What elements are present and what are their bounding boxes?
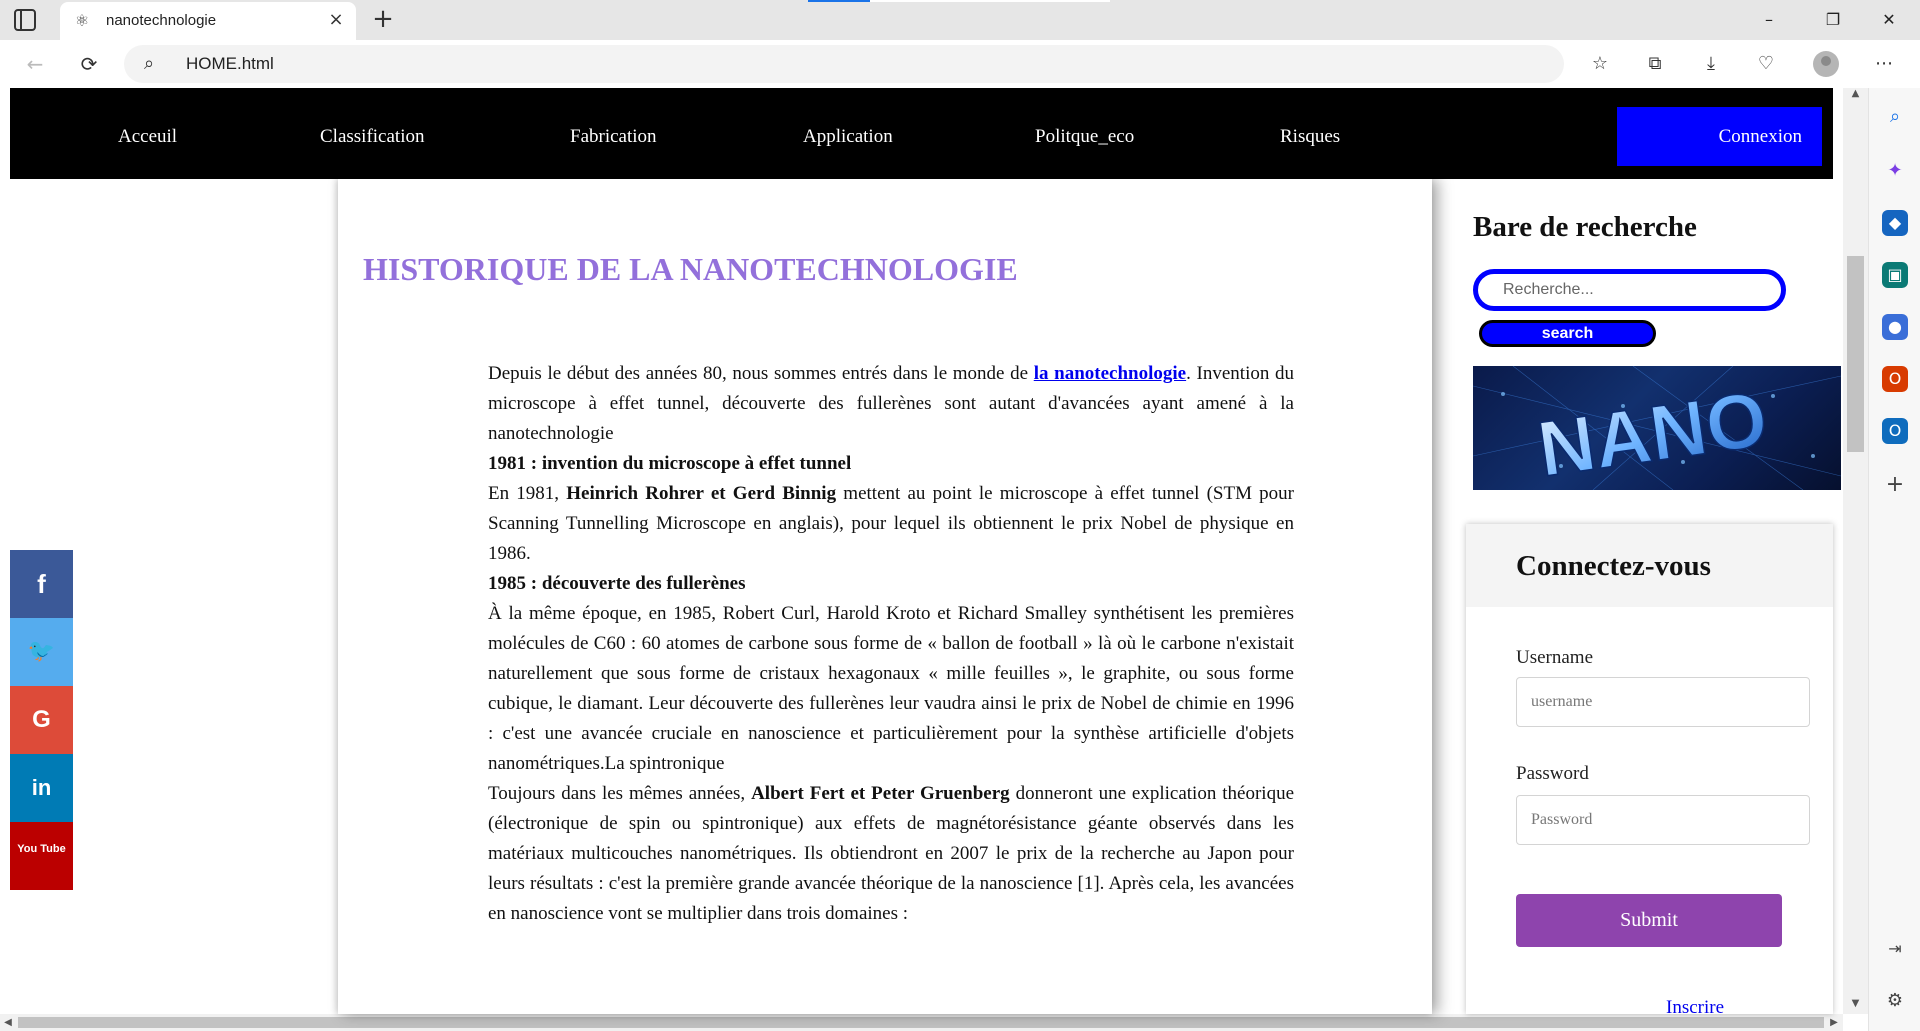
- reload-icon[interactable]: ⟳: [72, 48, 106, 80]
- scroll-down-icon[interactable]: ▼: [1843, 998, 1868, 1014]
- bold-text: Albert Fert et Peter Gruenberg: [751, 783, 1010, 804]
- twitter-icon[interactable]: 🐦: [10, 618, 73, 686]
- scroll-right-icon[interactable]: ▶: [1826, 1014, 1842, 1031]
- search-icon[interactable]: ⌕: [1882, 104, 1908, 130]
- text: Toujours dans les mêmes années,: [488, 783, 752, 804]
- scroll-left-icon[interactable]: ◀: [0, 1014, 16, 1031]
- scrollbar-thumb[interactable]: [18, 1017, 1824, 1028]
- page-title: HISTORIQUE DE LA NANOTECHNOLOGIE: [363, 251, 1018, 287]
- outlook-icon[interactable]: O: [1882, 418, 1908, 444]
- tools-icon[interactable]: ▣: [1882, 262, 1908, 288]
- molecule-icon: ⚛: [74, 11, 90, 30]
- downloads-icon[interactable]: ⤓: [1694, 48, 1728, 80]
- text: Depuis le début des années 80, nous somm…: [488, 363, 1034, 384]
- login-header: Connectez-vous: [1466, 524, 1833, 607]
- back-icon[interactable]: ←: [18, 48, 52, 80]
- section-heading: 1981 : invention du microscope à effet t…: [488, 453, 852, 474]
- shopping-icon[interactable]: ◆: [1882, 210, 1908, 236]
- collections-icon[interactable]: ⧉: [1638, 48, 1672, 80]
- close-tab-icon[interactable]: ×: [324, 8, 348, 32]
- tab-actions-icon[interactable]: [14, 9, 36, 31]
- settings-icon[interactable]: ⚙: [1882, 988, 1908, 1014]
- facebook-icon[interactable]: f: [10, 550, 73, 618]
- right-sidebar: Bare de recherche search: [1466, 179, 1843, 1018]
- loading-indicator: [808, 0, 1110, 2]
- article-card: HISTORIQUE DE LA NANOTECHNOLOGIE Depuis …: [338, 179, 1432, 1014]
- password-field[interactable]: [1516, 795, 1810, 845]
- text: donneront une explication théorique (éle…: [488, 783, 1295, 924]
- browser-tab-bar: ⚛ nanotechnologie × + – ❐ ✕: [0, 0, 1920, 40]
- nav-link-classification[interactable]: Classification: [320, 126, 424, 148]
- login-title: Connectez-vous: [1516, 550, 1711, 582]
- username-label: Username: [1516, 647, 1594, 668]
- search-section-title: Bare de recherche: [1473, 211, 1697, 243]
- google-icon[interactable]: G: [10, 686, 73, 754]
- connexion-button[interactable]: Connexion: [1617, 107, 1822, 166]
- nav-link-fabrication[interactable]: Fabrication: [570, 126, 657, 148]
- close-window-icon[interactable]: ✕: [1866, 4, 1912, 36]
- nano-banner-image: NANO: [1473, 366, 1841, 490]
- add-icon[interactable]: +: [1882, 472, 1908, 498]
- profile-avatar[interactable]: [1813, 51, 1839, 77]
- tab-title: nanotechnologie: [106, 12, 217, 29]
- address-bar[interactable]: ⌕ HOME.html: [124, 45, 1564, 83]
- minimize-icon[interactable]: –: [1746, 4, 1792, 36]
- username-field[interactable]: [1516, 677, 1810, 727]
- connexion-label: Connexion: [1718, 126, 1802, 147]
- nano-image-text: NANO: [1533, 374, 1773, 490]
- nav-link-acceuil[interactable]: Acceuil: [118, 126, 177, 148]
- submit-button[interactable]: Submit: [1516, 894, 1782, 947]
- bold-text: Heinrich Rohrer et Gerd Binnig: [566, 483, 837, 504]
- browser-health-icon[interactable]: ♡: [1749, 48, 1783, 80]
- scroll-up-icon[interactable]: ▲: [1843, 88, 1868, 104]
- paragraph: Toujours dans les mêmes années, Albert F…: [488, 779, 1294, 929]
- scrollbar-thumb[interactable]: [1847, 256, 1864, 452]
- article-body: Depuis le début des années 80, nous somm…: [488, 359, 1294, 929]
- games-icon[interactable]: ●: [1882, 314, 1908, 340]
- section-heading: 1985 : découverte des fullerènes: [488, 573, 746, 594]
- url-text[interactable]: HOME.html: [186, 54, 274, 74]
- more-options-icon[interactable]: ⋯: [1867, 48, 1901, 80]
- linkedin-icon[interactable]: in: [10, 754, 73, 822]
- text: En 1981,: [488, 483, 567, 504]
- search-button[interactable]: search: [1479, 320, 1656, 347]
- new-tab-icon[interactable]: +: [368, 4, 398, 34]
- sidebar-toggle-icon[interactable]: ⇥: [1882, 936, 1908, 962]
- office-icon[interactable]: O: [1882, 366, 1908, 392]
- register-link[interactable]: Inscrire: [1666, 997, 1724, 1019]
- copilot-icon[interactable]: ✦: [1882, 158, 1908, 184]
- search-input[interactable]: [1473, 269, 1786, 311]
- nanotechnologie-link[interactable]: la nanotechnologie: [1034, 363, 1186, 384]
- paragraph: Depuis le début des années 80, nous somm…: [488, 359, 1294, 449]
- site-navbar: Acceuil Classification Fabrication Appli…: [10, 88, 1833, 179]
- search-icon: ⌕: [144, 53, 155, 74]
- browser-toolbar: ← ⟳ ⌕ HOME.html ☆ ⧉ ⤓ ♡ ⋯: [0, 40, 1920, 88]
- maximize-icon[interactable]: ❐: [1810, 4, 1856, 36]
- password-label: Password: [1516, 763, 1589, 784]
- youtube-icon[interactable]: You Tube: [10, 822, 73, 890]
- edge-sidebar: ⌕ ✦ ◆ ▣ ● O O + ⇥ ⚙: [1868, 88, 1920, 1031]
- vertical-scrollbar[interactable]: ▲ ▼: [1843, 88, 1868, 1014]
- browser-tab[interactable]: ⚛ nanotechnologie ×: [60, 2, 356, 40]
- nav-link-application[interactable]: Application: [803, 126, 893, 148]
- horizontal-scrollbar[interactable]: ◀ ▶: [0, 1014, 1843, 1031]
- nav-link-risques[interactable]: Risques: [1280, 126, 1340, 148]
- paragraph: En 1981, Heinrich Rohrer et Gerd Binnig …: [488, 479, 1294, 569]
- paragraph: À la même époque, en 1985, Robert Curl, …: [488, 603, 1294, 774]
- nav-link-politque-eco[interactable]: Politque_eco: [1035, 126, 1134, 148]
- favorites-icon[interactable]: ☆: [1583, 48, 1617, 80]
